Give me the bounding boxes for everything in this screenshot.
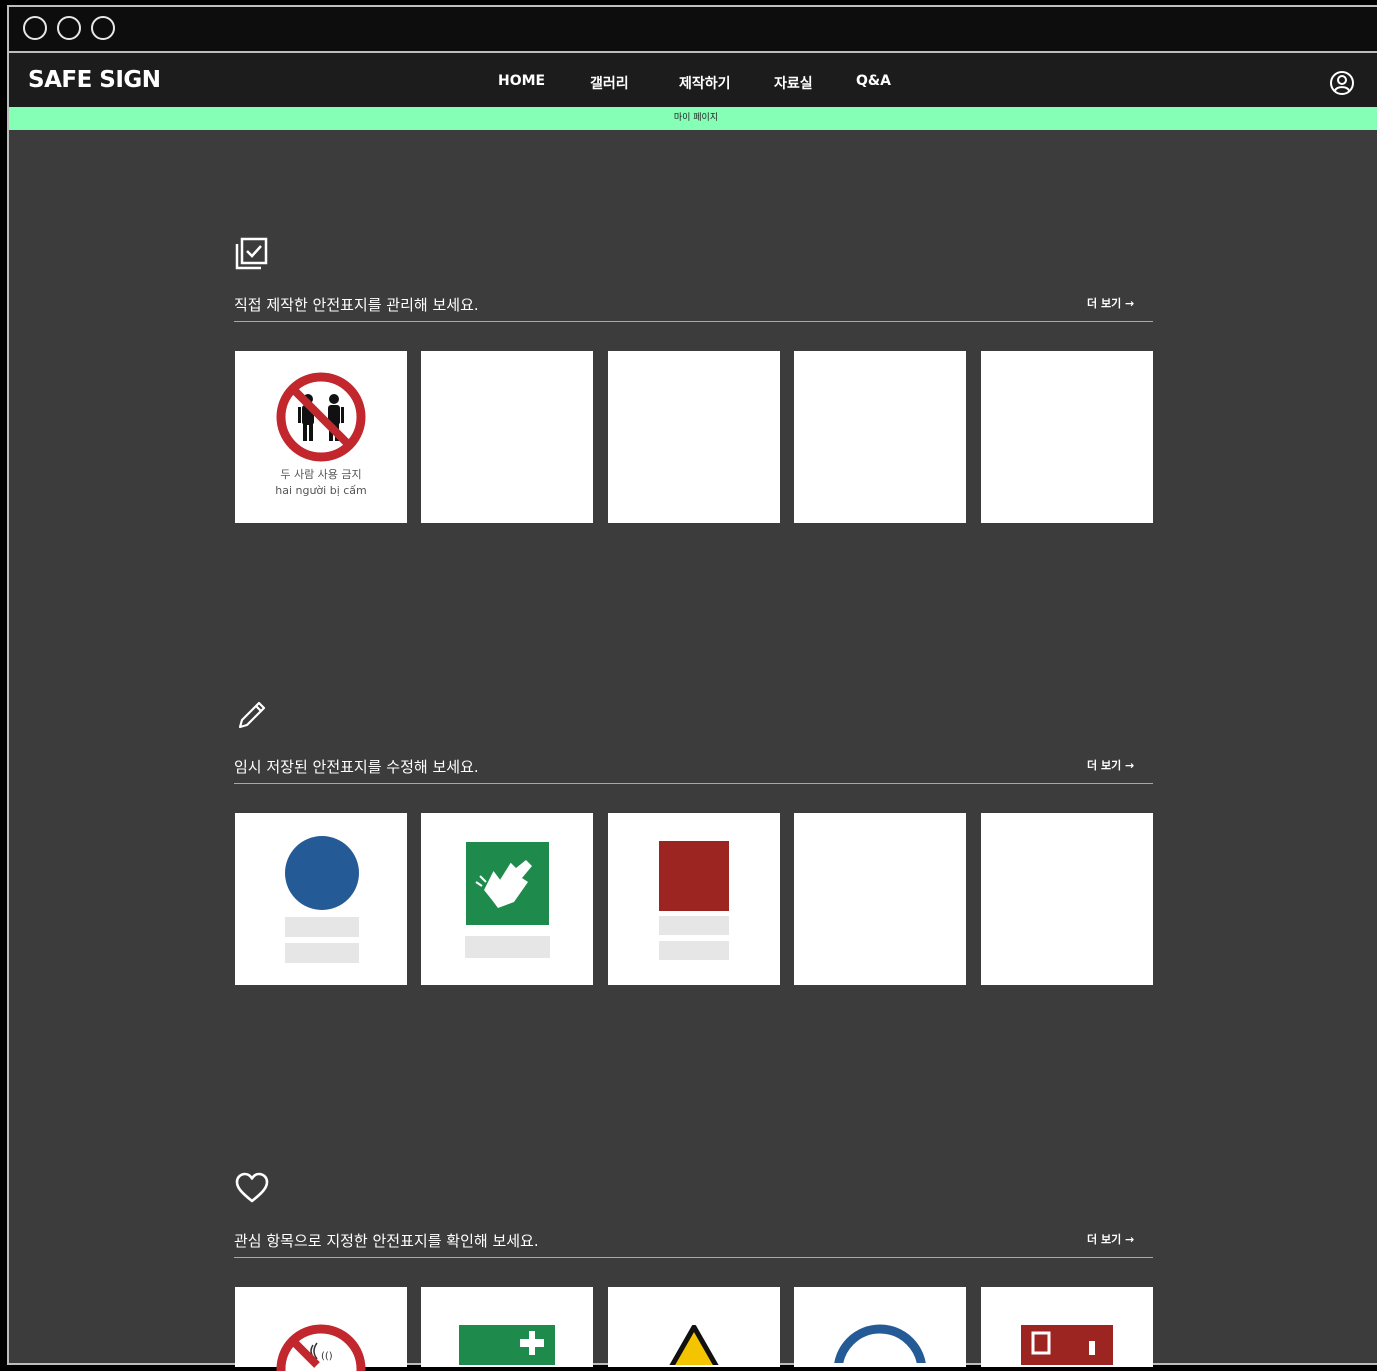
nav-resources[interactable]: 자료실: [774, 73, 813, 93]
section-title-my-signs: 직접 제작한 안전표지를 관리해 보세요.: [234, 296, 479, 314]
draft-sign-card[interactable]: [235, 813, 407, 985]
emergency-wash-green-sign-icon: [466, 842, 549, 925]
favorite-sign-card[interactable]: [421, 1287, 593, 1367]
nav-gallery[interactable]: 갤러리: [590, 73, 629, 93]
draft-sign-card-empty[interactable]: [794, 813, 966, 985]
nav-qna[interactable]: Q&A: [856, 73, 891, 89]
pencil-icon: [238, 701, 266, 729]
no-phone-sign-icon: ((): [276, 1324, 366, 1371]
sign-card-empty[interactable]: [794, 351, 966, 523]
favorite-sign-card[interactable]: ((): [235, 1287, 407, 1371]
fire-red-square-icon: [659, 841, 729, 911]
nav-home[interactable]: HOME: [498, 73, 545, 89]
divider: [234, 321, 1153, 322]
more-link-my-signs[interactable]: 더 보기 →: [1087, 295, 1134, 311]
top-navbar: SAFE SIGN HOME 갤러리 제작하기 자료실 Q&A: [9, 53, 1377, 107]
sign-card-empty[interactable]: [608, 351, 780, 523]
section-title-drafts: 임시 저장된 안전표지를 수정해 보세요.: [234, 758, 479, 776]
mandatory-blue-ring-icon: [834, 1324, 926, 1363]
section-title-favorites: 관심 항목으로 지정한 안전표지를 확인해 보세요.: [234, 1232, 539, 1250]
placeholder-text-bar: [285, 943, 359, 963]
first-aid-green-sign-icon: [459, 1325, 555, 1365]
fire-equipment-red-sign-icon: [1021, 1325, 1113, 1365]
sign-caption-korean: 두 사람 사용 금지: [280, 468, 362, 481]
draft-sign-card-empty[interactable]: [981, 813, 1153, 985]
divider: [234, 1257, 1153, 1258]
draft-sign-card[interactable]: [421, 813, 593, 985]
draft-sign-card[interactable]: [608, 813, 780, 985]
more-link-drafts[interactable]: 더 보기 →: [1087, 757, 1134, 773]
placeholder-text-bar: [659, 916, 729, 935]
favorite-sign-card[interactable]: [981, 1287, 1153, 1367]
sign-caption-vietnamese: hai người bị cấm: [275, 484, 367, 497]
user-account-icon[interactable]: [1329, 70, 1355, 96]
svg-text:((): ((): [321, 1351, 333, 1362]
sign-card-empty[interactable]: [981, 351, 1153, 523]
no-two-people-sign-icon: [276, 372, 366, 462]
nav-create[interactable]: 제작하기: [679, 73, 731, 93]
browser-window: SAFE SIGN HOME 갤러리 제작하기 자료실 Q&A 마이 페이지 직…: [7, 5, 1377, 1371]
logo[interactable]: SAFE SIGN: [28, 67, 161, 93]
gallery-check-icon: [235, 237, 268, 270]
sign-card-empty[interactable]: [421, 351, 593, 523]
divider: [234, 783, 1153, 784]
placeholder-text-bar: [465, 936, 550, 958]
window-close-button[interactable]: [23, 16, 47, 40]
heart-icon: [235, 1172, 269, 1203]
placeholder-text-bar: [285, 917, 359, 937]
window-titlebar: [9, 7, 1377, 53]
more-link-favorites[interactable]: 더 보기 →: [1087, 1231, 1134, 1247]
window-maximize-button[interactable]: [91, 16, 115, 40]
window-minimize-button[interactable]: [57, 16, 81, 40]
mandatory-blue-circle-icon: [285, 836, 359, 910]
favorite-sign-card[interactable]: [608, 1287, 780, 1367]
warning-triangle-icon: [669, 1325, 719, 1365]
favorite-sign-card[interactable]: [794, 1287, 966, 1367]
my-page-bar[interactable]: 마이 페이지: [9, 107, 1377, 130]
sign-card[interactable]: 두 사람 사용 금지 hai người bị cấm: [235, 351, 407, 523]
placeholder-text-bar: [659, 941, 729, 960]
